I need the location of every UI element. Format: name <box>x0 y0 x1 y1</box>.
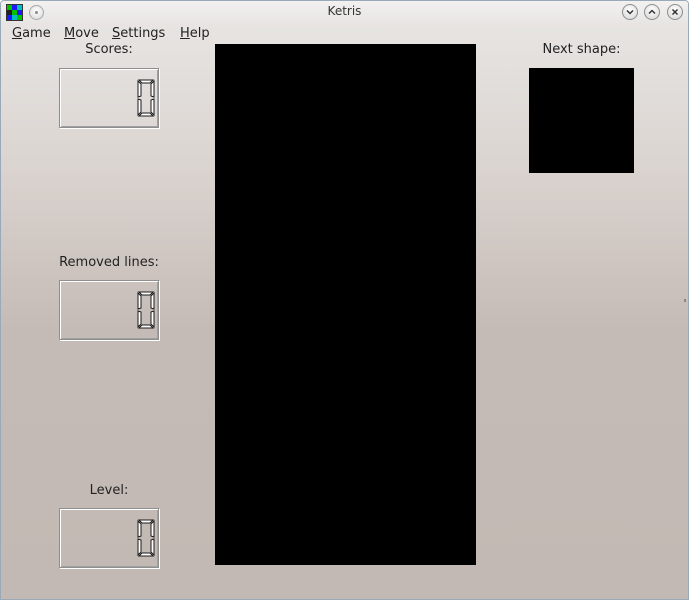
menu-move[interactable]: Move <box>64 26 99 41</box>
scores-label: Scores: <box>85 42 133 57</box>
next-shape-label: Next shape: <box>542 42 621 57</box>
lcd-segment <box>150 98 155 117</box>
close-icon <box>671 8 679 16</box>
resize-grip[interactable] <box>684 299 686 302</box>
title-bar[interactable]: Ketris <box>1 1 688 23</box>
menu-game[interactable]: Game <box>12 26 51 41</box>
app-window: Ketris Game Move Settings Help Scores: 0… <box>0 0 689 600</box>
game-board[interactable] <box>215 44 476 565</box>
menu-settings[interactable]: Settings <box>112 26 165 41</box>
menu-game-accel: G <box>12 26 23 41</box>
next-shape-preview <box>529 68 634 173</box>
lcd-segment <box>137 98 142 117</box>
lcd-segment <box>137 519 142 538</box>
lcd-segment <box>137 538 142 557</box>
menu-move-accel: M <box>64 26 76 41</box>
menu-help-label: elp <box>189 26 210 41</box>
maximize-button[interactable] <box>644 4 660 20</box>
lcd-segment <box>137 291 155 296</box>
chevron-up-icon <box>648 9 656 15</box>
lcd-segment <box>150 538 155 557</box>
menu-game-label: ame <box>22 26 51 41</box>
menu-help[interactable]: Help <box>180 26 210 41</box>
lcd-segment <box>137 310 142 329</box>
scores-display: 0 <box>59 68 159 128</box>
level-label: Level: <box>89 483 129 498</box>
menu-help-accel: H <box>180 26 190 41</box>
chevron-down-icon <box>626 9 634 15</box>
lcd-segment <box>137 112 155 117</box>
lcd-segment <box>137 291 142 310</box>
lines-display: 0 <box>59 280 159 340</box>
menu-bar: Game Move Settings Help <box>1 23 688 43</box>
window-title: Ketris <box>327 4 362 18</box>
menu-move-label: ove <box>75 26 99 41</box>
lcd-segment <box>150 291 155 310</box>
close-button[interactable] <box>667 4 683 20</box>
menu-settings-label: ettings <box>120 26 166 41</box>
minimize-button[interactable] <box>622 4 638 20</box>
level-display: 0 <box>59 508 159 568</box>
lcd-segment <box>137 324 155 329</box>
lcd-segment <box>150 79 155 98</box>
lcd-segment <box>137 552 155 557</box>
lcd-segment <box>137 79 155 84</box>
lines-label: Removed lines: <box>59 255 159 270</box>
lcd-segment <box>137 519 155 524</box>
lcd-segment <box>150 310 155 329</box>
lcd-segment <box>137 79 142 98</box>
lcd-segment <box>150 519 155 538</box>
